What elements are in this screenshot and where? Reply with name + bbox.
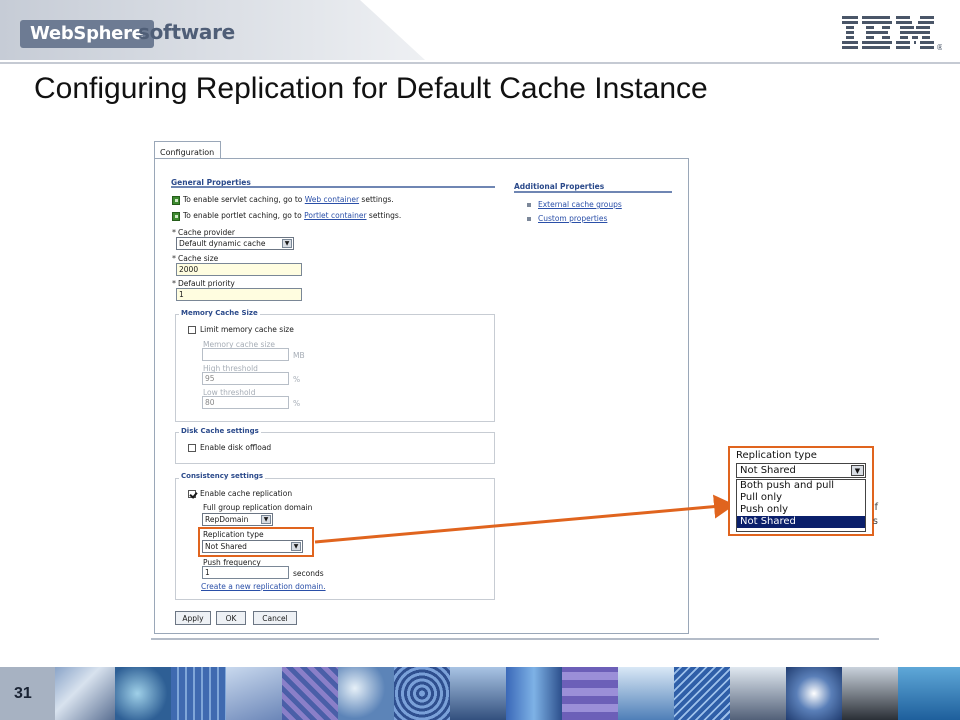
blue-grid-tile xyxy=(171,667,226,720)
external-cache-groups-link[interactable]: External cache groups xyxy=(538,200,622,209)
person-photo-tile xyxy=(55,667,115,720)
disk-cache-legend: Disk Cache settings xyxy=(179,427,261,435)
create-replication-domain-link[interactable]: Create a new replication domain. xyxy=(201,582,326,591)
tab-configuration[interactable]: Configuration xyxy=(154,141,221,159)
cache-replication-checkbox[interactable] xyxy=(188,490,196,498)
replication-domain-select[interactable]: RepDomain ▼ xyxy=(202,513,273,526)
custom-properties-item: Custom properties xyxy=(527,214,607,223)
memory-cache-legend: Memory Cache Size xyxy=(179,309,260,317)
cache-size-label: * Cache size xyxy=(172,254,219,263)
low-threshold-unit: % xyxy=(293,399,301,408)
admin-console-screenshot: Configuration General Properties To enab… xyxy=(151,139,879,640)
grid-lines-tile xyxy=(674,667,730,720)
portlet-info-line: To enable portlet caching, go to Portlet… xyxy=(172,211,401,221)
additional-properties-heading: Additional Properties xyxy=(514,182,605,191)
blue-lines-tile xyxy=(226,667,282,720)
bullet-icon xyxy=(527,217,531,221)
water-drops-tile xyxy=(338,667,394,720)
cache-provider-label: * Cache provider xyxy=(172,228,235,237)
web-container-link[interactable]: Web container xyxy=(305,195,359,204)
required-marker: * xyxy=(172,279,176,288)
zoom-edge-glyph: f xyxy=(874,502,878,513)
chevron-down-icon: ▼ xyxy=(282,239,292,248)
bridge-tile xyxy=(730,667,786,720)
cache-provider-select[interactable]: Default dynamic cache ▼ xyxy=(176,237,294,250)
low-threshold-input[interactable]: 80 xyxy=(202,396,289,409)
trademark-symbol: ® xyxy=(936,43,942,52)
ibm-logo: ® xyxy=(842,16,942,52)
ok-button[interactable]: OK xyxy=(216,611,246,625)
option-push-only[interactable]: Push only xyxy=(737,504,865,516)
custom-properties-link[interactable]: Custom properties xyxy=(538,214,607,223)
memory-size-unit: MB xyxy=(293,351,305,360)
purple-squares-tile xyxy=(562,667,618,720)
high-threshold-input[interactable]: 95 xyxy=(202,372,289,385)
mountain-tile xyxy=(450,667,506,720)
zoom-edge-glyph: s xyxy=(872,516,878,527)
software-label: software xyxy=(138,20,235,44)
replication-domain-label: Full group replication domain xyxy=(203,503,313,512)
chevron-down-icon: ▼ xyxy=(261,515,271,524)
servlet-info-line: To enable servlet caching, go to Web con… xyxy=(172,195,394,205)
option-not-shared[interactable]: Not Shared xyxy=(737,516,865,528)
replication-type-highlight xyxy=(198,527,314,557)
chevron-down-icon: ▼ xyxy=(851,465,864,476)
additional-properties-rule xyxy=(514,191,672,193)
disk-offload-checkbox[interactable] xyxy=(188,444,196,452)
apply-button[interactable]: Apply xyxy=(175,611,211,625)
slide-title: Configuring Replication for Default Cach… xyxy=(34,72,708,105)
bullet-icon xyxy=(527,203,531,207)
zoom-replication-type-label: Replication type xyxy=(736,450,817,461)
ocean-tile xyxy=(618,667,674,720)
blue-tech-tile xyxy=(506,667,562,720)
header-banner: WebSphere software xyxy=(0,0,430,60)
blue-dots-tile xyxy=(394,667,450,720)
cache-size-input[interactable]: 2000 xyxy=(176,263,302,276)
websphere-logo: WebSphere xyxy=(20,20,154,48)
light-burst-tile xyxy=(786,667,842,720)
consistency-legend: Consistency settings xyxy=(179,472,266,480)
memory-size-input[interactable] xyxy=(202,348,289,361)
cancel-button[interactable]: Cancel xyxy=(253,611,297,625)
footer-image-strip: 31 xyxy=(0,667,960,720)
zoom-replication-type-select[interactable]: Not Shared ▼ xyxy=(736,463,866,478)
limit-memory-row: Limit memory cache size xyxy=(188,325,294,334)
cache-replication-row: Enable cache replication xyxy=(188,489,292,498)
required-marker: * xyxy=(172,228,176,237)
ocean-waves-tile xyxy=(898,667,960,720)
limit-memory-checkbox[interactable] xyxy=(188,326,196,334)
push-frequency-unit: seconds xyxy=(293,569,324,578)
high-threshold-unit: % xyxy=(293,375,301,384)
general-properties-rule xyxy=(171,186,495,188)
portlet-container-link[interactable]: Portlet container xyxy=(304,211,366,220)
info-arrow-icon xyxy=(172,211,180,221)
option-pull-only[interactable]: Pull only xyxy=(737,492,865,504)
zoom-options-list: Both push and pull Pull only Push only N… xyxy=(736,479,866,532)
blue-swirl-tile xyxy=(115,667,171,720)
option-both-push-pull[interactable]: Both push and pull xyxy=(737,480,865,492)
push-frequency-input[interactable]: 1 xyxy=(202,566,289,579)
default-priority-input[interactable]: 1 xyxy=(176,288,302,301)
external-cache-groups-item: External cache groups xyxy=(527,200,622,209)
default-priority-label: * Default priority xyxy=(172,279,235,288)
purple-mosaic-tile xyxy=(282,667,338,720)
disk-offload-row: Enable disk offload xyxy=(188,443,271,452)
panel-bottom-bar xyxy=(151,638,879,640)
page-number: 31 xyxy=(0,667,55,720)
info-arrow-icon xyxy=(172,195,180,205)
header-divider xyxy=(0,62,960,64)
tree-silhouette-tile xyxy=(842,667,898,720)
replication-type-zoom: Replication type Not Shared ▼ Both push … xyxy=(728,446,878,536)
required-marker: * xyxy=(172,254,176,263)
